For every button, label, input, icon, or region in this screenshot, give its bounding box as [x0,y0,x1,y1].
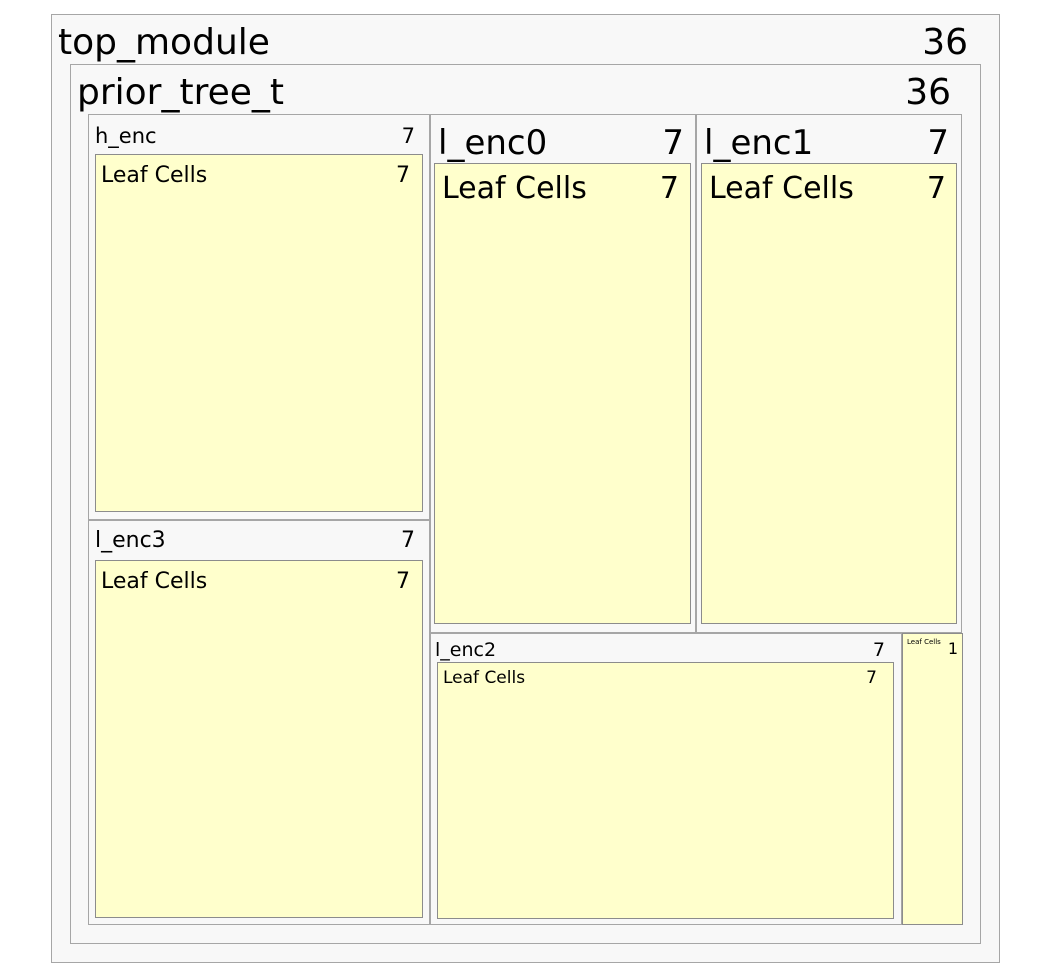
l-enc2-count: 7 [872,639,885,661]
prior-tree-leaf-count: 1 [947,639,958,658]
l-enc3-leaf-count: 7 [396,569,410,594]
l-enc3-count: 7 [401,528,415,553]
l-enc2-leaf-label: Leaf Cells [443,668,526,688]
prior-tree-count: 36 [905,72,951,113]
l-enc3-name: l_enc3 [95,528,166,553]
l-enc1-leaf-cells[interactable]: Leaf Cells 7 [701,163,957,624]
prior-tree-leaf-cells[interactable]: Leaf Cells 1 [902,633,963,925]
l-enc3-leaf-label: Leaf Cells [101,569,208,594]
l-enc2-leaf-count: 7 [866,668,877,688]
l-enc1-name: l_enc1 [704,123,814,163]
h-enc-name: h_enc [95,124,157,148]
h-enc-leaf-cells[interactable]: Leaf Cells 7 [95,154,423,512]
l-enc3-leaf-cells[interactable]: Leaf Cells 7 [95,560,423,918]
h-enc-count: 7 [401,124,415,148]
l-enc0-count: 7 [662,123,684,163]
l-enc2-name: l_enc2 [435,639,497,661]
l-enc1-leaf-label: Leaf Cells [709,171,854,206]
l-enc1-count: 7 [927,123,949,163]
prior-tree-name: prior_tree_t [77,72,285,113]
l-enc0-leaf-label: Leaf Cells [442,171,587,206]
l-enc1-leaf-count: 7 [926,171,946,206]
h-enc-leaf-count: 7 [396,163,410,188]
top-module-count: 36 [922,22,968,63]
prior-tree-leaf-label: Leaf Cells [907,638,941,646]
h-enc-leaf-label: Leaf Cells [101,163,208,188]
l-enc0-name: l_enc0 [438,123,548,163]
l-enc0-leaf-count: 7 [659,171,679,206]
l-enc0-leaf-cells[interactable]: Leaf Cells 7 [434,163,691,624]
top-module-name: top_module [58,22,270,63]
l-enc2-leaf-cells[interactable]: Leaf Cells 7 [437,662,894,919]
